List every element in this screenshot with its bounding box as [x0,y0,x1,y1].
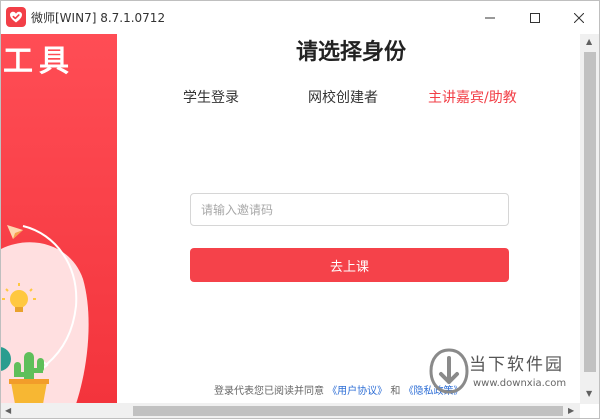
vertical-scrollbar[interactable]: ▲ ▼ [580,34,599,404]
invite-code-input[interactable] [190,193,509,226]
minimize-icon [485,17,495,18]
agreement-text: 登录代表您已阅读并同意 《用户协议》 和 《隐私政策》 [214,382,464,397]
paper-plane-icon [7,225,23,239]
maximize-icon [530,12,540,23]
title-bar: 微师[WIN7] 8.7.1.0712 [1,1,599,34]
page-title: 请选择身份 [295,40,406,65]
tab-school-creator[interactable]: 网校创建者 [308,87,378,107]
watermark-name: 当下软件园 [469,355,564,375]
minimize-button[interactable] [468,1,512,34]
agreement-prefix: 登录代表您已阅读并同意 [214,386,324,397]
close-button[interactable] [557,1,599,34]
vertical-scroll-thumb[interactable] [584,52,596,372]
scroll-left-icon[interactable]: ◀ [5,407,11,415]
scroll-up-icon[interactable]: ▲ [586,38,592,46]
maximize-button[interactable] [513,1,557,34]
close-icon [574,12,584,23]
tab-student-login[interactable]: 学生登录 [183,87,239,107]
go-to-class-button[interactable]: 去上课 [190,248,509,282]
heart-check-icon [6,7,26,27]
watermark: 当下软件园 www.downxia.com [429,348,587,398]
tab-guest-assistant[interactable]: 主讲嘉宾/助教 [428,87,517,107]
scroll-right-icon[interactable]: ▶ [568,407,574,415]
watermark-url: www.downxia.com [473,378,567,389]
agreement-conjunction: 和 [390,386,401,397]
horizontal-scrollbar[interactable]: ◀ ▶ [1,403,580,418]
left-banner: 工具 [1,34,117,404]
window-title: 微师[WIN7] 8.7.1.0712 [31,11,166,25]
horizontal-scroll-thumb[interactable] [133,406,563,416]
watermark-logo-icon [429,348,469,394]
user-agreement-link[interactable]: 《用户协议》 [327,386,387,397]
app-window: 微师[WIN7] 8.7.1.0712 工具 请选择身份 学生登录 网校创建者 … [0,0,600,419]
banner-illustration [1,225,89,404]
scroll-down-icon[interactable]: ▼ [586,390,592,398]
